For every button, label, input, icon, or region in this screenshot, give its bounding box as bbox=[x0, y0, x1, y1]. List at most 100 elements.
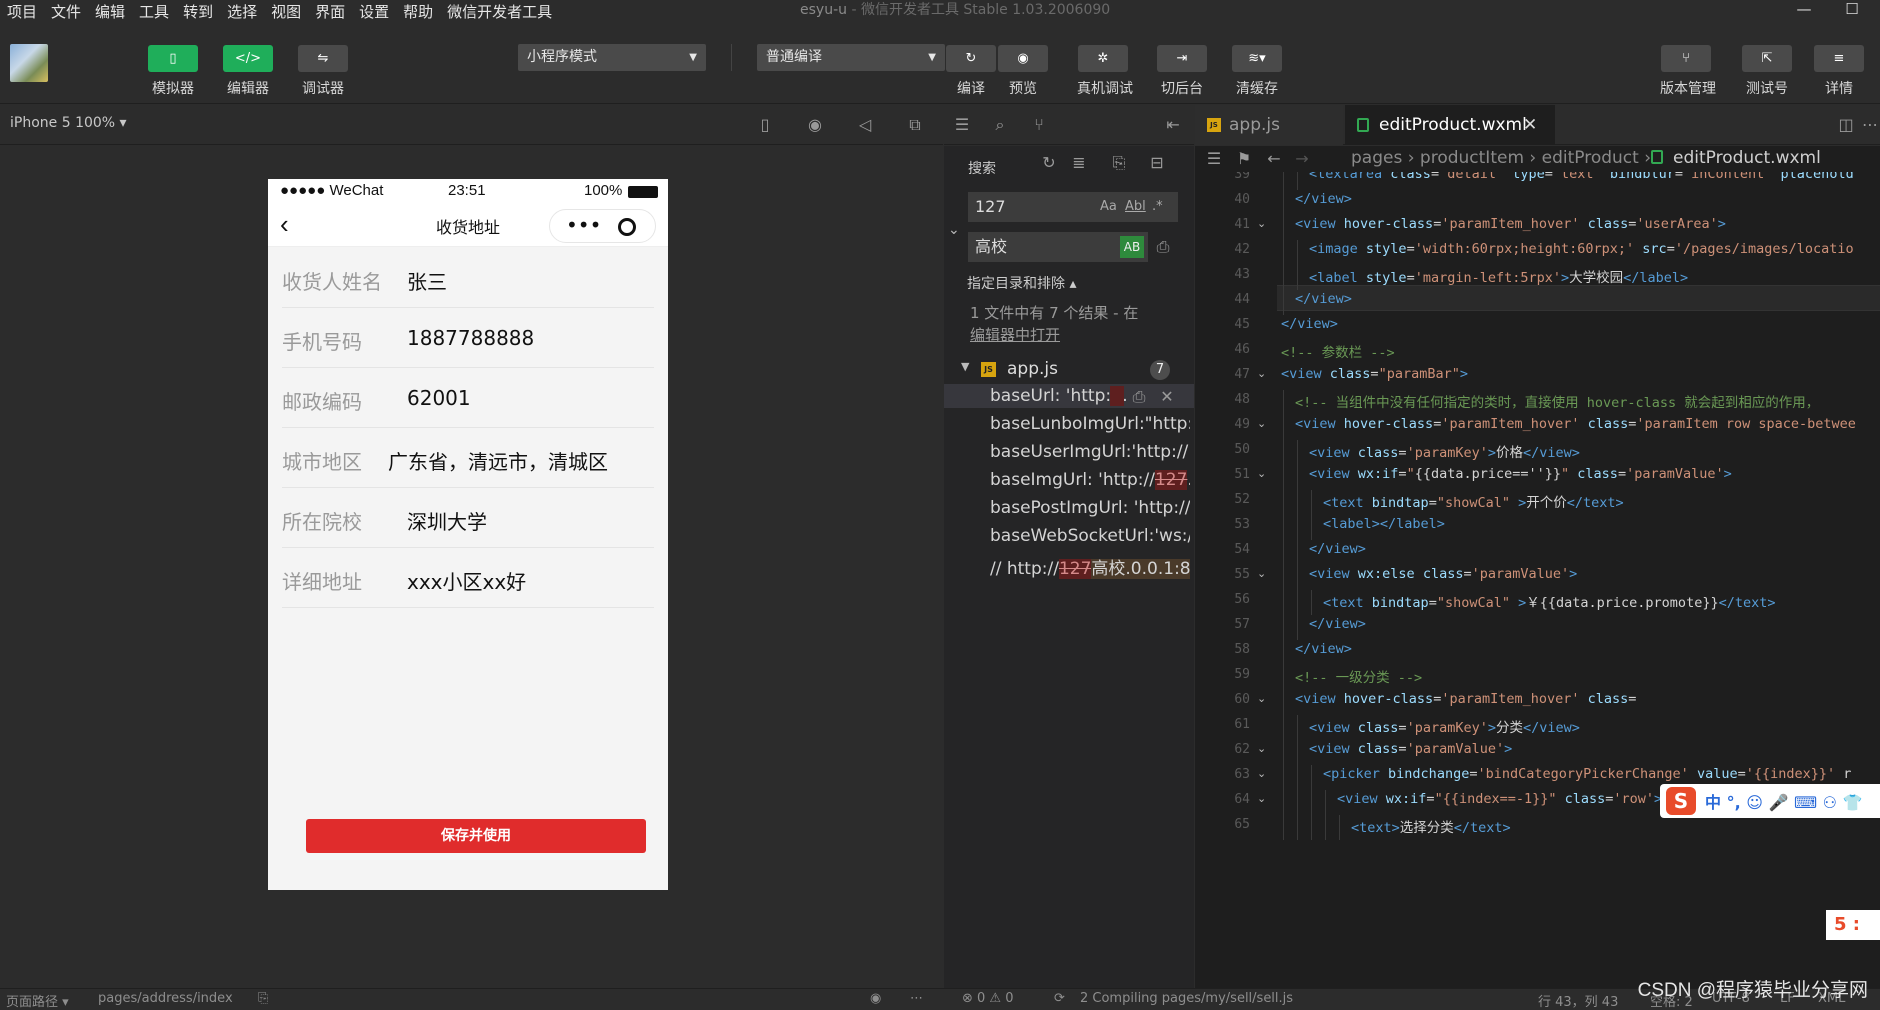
code-line[interactable]: <!-- 当组件中没有任何指定的类时，直接使用 hover-class 就会起到… bbox=[1295, 391, 1819, 411]
match-word-icon[interactable]: Abl bbox=[1125, 192, 1146, 222]
open-in-editor-link[interactable]: 编辑器中打开 bbox=[970, 324, 1060, 345]
ime-toolbar[interactable]: S 中 °, ☺ 🎤 ⌨ ⚇ 👕 bbox=[1660, 784, 1880, 818]
code-line[interactable]: </view> bbox=[1295, 291, 1352, 307]
code-line[interactable]: </view> bbox=[1295, 641, 1352, 657]
clear-results-icon[interactable]: ≣ bbox=[1068, 152, 1090, 174]
form-row-postcode[interactable]: 邮政编码 62001 bbox=[282, 368, 654, 428]
page-path-label[interactable]: 页面路径 ▾ bbox=[6, 991, 69, 1010]
new-search-editor-icon[interactable]: ⎘ bbox=[1108, 152, 1130, 174]
code-line[interactable]: </view> bbox=[1309, 541, 1366, 557]
search-result[interactable]: // http://127高校.0.0.1:8... bbox=[990, 554, 1190, 579]
search-result[interactable]: basePostImgUrl: 'http://... bbox=[990, 498, 1190, 518]
code-line[interactable]: <view wx:if="{{index==-1}}" class='row'> bbox=[1337, 791, 1662, 807]
fold-chevron-icon[interactable]: ⌄ bbox=[1257, 767, 1266, 780]
code-line[interactable]: <textarea class='detail' type='text' bin… bbox=[1309, 172, 1854, 182]
fold-chevron-icon[interactable]: ⌄ bbox=[1257, 742, 1266, 755]
code-editor[interactable]: 39 <textarea class='detail' type='text' b… bbox=[1195, 172, 1880, 988]
menu-edit[interactable]: 编辑 bbox=[88, 1, 132, 22]
region-picker[interactable]: 广东省，清远市，清城区 bbox=[388, 446, 608, 475]
source-control-icon[interactable]: ⑂ bbox=[1028, 114, 1050, 136]
menu-project[interactable]: 项目 bbox=[0, 1, 44, 22]
code-line[interactable]: </view> bbox=[1309, 616, 1366, 632]
fold-chevron-icon[interactable]: ⌄ bbox=[1257, 467, 1266, 480]
school-input[interactable]: 深圳大学 bbox=[407, 506, 487, 535]
preserve-case-icon[interactable]: AB bbox=[1120, 236, 1144, 258]
back-icon[interactable]: ← bbox=[1263, 148, 1285, 170]
collapse-all-icon[interactable]: ⊟ bbox=[1146, 152, 1168, 174]
form-row-school[interactable]: 所在院校 深圳大学 bbox=[282, 488, 654, 548]
regex-icon[interactable]: .* bbox=[1152, 192, 1163, 222]
collapse-panel-icon[interactable]: ⇤ bbox=[1162, 114, 1184, 136]
list-icon[interactable]: ☰ bbox=[1203, 148, 1225, 170]
cursor-position[interactable]: 行 43，列 43 bbox=[1538, 991, 1618, 1010]
details-button[interactable]: ≡ 详情 bbox=[1813, 45, 1865, 98]
forward-icon[interactable]: → bbox=[1291, 148, 1313, 170]
code-line[interactable]: <label style='margin-left:5rpx'>大学校园</la… bbox=[1309, 266, 1688, 286]
menu-wechat-devtools[interactable]: 微信开发者工具 bbox=[440, 1, 559, 22]
include-exclude-toggle[interactable]: 指定目录和排除 ▴ bbox=[967, 273, 1076, 293]
window-icon[interactable]: ⧉ bbox=[904, 114, 926, 136]
compile-button[interactable]: ↻ 编译 bbox=[945, 45, 997, 98]
search-result[interactable]: baseLunboImgUrl:"http:... bbox=[990, 414, 1190, 434]
menu-goto[interactable]: 转到 bbox=[176, 1, 220, 22]
postcode-input[interactable]: 62001 bbox=[407, 386, 471, 410]
code-line[interactable]: <view class="paramBar"> bbox=[1281, 366, 1468, 382]
minimize-icon[interactable]: — bbox=[1792, 0, 1816, 18]
form-row-name[interactable]: 收货人姓名 张三 bbox=[282, 248, 654, 308]
toggle-replace-icon[interactable]: ⌄ bbox=[948, 222, 960, 238]
bookmark-icon[interactable]: ⚑ bbox=[1233, 148, 1255, 170]
menu-help[interactable]: 帮助 bbox=[396, 1, 440, 22]
dismiss-icon[interactable]: ✕ bbox=[1156, 386, 1178, 408]
form-row-phone[interactable]: 手机号码 1887788888 bbox=[282, 308, 654, 368]
code-line[interactable]: <image style='width:60rpx;height:60rpx;'… bbox=[1309, 241, 1854, 257]
menu-tools[interactable]: 工具 bbox=[132, 1, 176, 22]
refresh-icon[interactable]: ↻ bbox=[1038, 152, 1060, 174]
volume-icon[interactable]: ◁ bbox=[854, 114, 876, 136]
tab-app-js[interactable]: JS app.js bbox=[1195, 105, 1343, 145]
code-line[interactable]: <text>选择分类</text> bbox=[1351, 816, 1511, 836]
code-line[interactable]: </view> bbox=[1295, 191, 1352, 207]
code-line[interactable]: <!-- 参数栏 --> bbox=[1281, 341, 1395, 361]
replace-match-icon[interactable]: ⎙ bbox=[1128, 386, 1150, 408]
form-row-address[interactable]: 详细地址 xxx小区xx好 bbox=[282, 548, 654, 608]
code-line[interactable]: <view wx:else class='paramValue'> bbox=[1309, 566, 1577, 582]
mode-select[interactable]: 小程序模式 ▼ bbox=[518, 44, 706, 71]
fold-chevron-icon[interactable]: ⌄ bbox=[1257, 217, 1266, 230]
phone-input[interactable]: 1887788888 bbox=[407, 326, 534, 350]
name-input[interactable]: 张三 bbox=[407, 266, 447, 295]
record-icon[interactable]: ◉ bbox=[804, 114, 826, 136]
split-editor-icon[interactable]: ◫ bbox=[1835, 114, 1857, 136]
replace-input[interactable]: 高校 AB bbox=[968, 232, 1148, 262]
fold-chevron-icon[interactable]: ⌄ bbox=[1257, 417, 1266, 430]
form-row-region[interactable]: 城市地区 广东省，清远市，清城区 bbox=[282, 428, 654, 488]
menu-view[interactable]: 视图 bbox=[264, 1, 308, 22]
code-line[interactable]: <label></label> bbox=[1323, 516, 1445, 532]
more-dots-icon[interactable]: ••• bbox=[566, 213, 601, 237]
compile-mode-select[interactable]: 普通编译 ▼ bbox=[757, 44, 945, 71]
search-result[interactable]: baseUserImgUrl:'http://... bbox=[990, 442, 1190, 462]
menu-settings[interactable]: 设置 bbox=[352, 1, 396, 22]
code-line[interactable]: <!-- 一级分类 --> bbox=[1295, 666, 1422, 686]
match-case-icon[interactable]: Aa bbox=[1100, 192, 1117, 222]
address-input[interactable]: xxx小区xx好 bbox=[407, 566, 526, 595]
breadcrumb-file[interactable]: editProduct.wxml bbox=[1673, 148, 1821, 168]
close-target-icon[interactable] bbox=[618, 218, 636, 236]
code-line[interactable]: <view hover-class='paramItem_hover' clas… bbox=[1295, 216, 1726, 232]
clear-cache-button[interactable]: ≋▾ 清缓存 bbox=[1231, 45, 1283, 98]
copy-icon[interactable]: ⎘ bbox=[258, 991, 268, 1006]
debugger-button[interactable]: ⇋ 调试器 bbox=[297, 45, 349, 98]
background-button[interactable]: ⇥ 切后台 bbox=[1156, 45, 1208, 98]
breadcrumb-path[interactable]: pages › productItem › editProduct › bbox=[1351, 148, 1651, 168]
code-line[interactable]: <view hover-class='paramItem_hover' clas… bbox=[1295, 691, 1636, 707]
fold-chevron-icon[interactable]: ⌄ bbox=[1257, 567, 1266, 580]
editor-button[interactable]: </> 编辑器 bbox=[222, 45, 274, 98]
more-icon[interactable]: ⋯ bbox=[910, 991, 923, 1006]
avatar[interactable] bbox=[10, 44, 48, 82]
problems-indicator[interactable]: ⊗ 0 ⚠ 0 bbox=[962, 991, 1014, 1006]
explorer-icon[interactable]: ☰ bbox=[951, 114, 973, 136]
simulator-button[interactable]: ▯ 模拟器 bbox=[147, 45, 199, 98]
preview-button[interactable]: ◉ 预览 bbox=[997, 45, 1049, 98]
ime-options[interactable]: 中 °, ☺ 🎤 ⌨ ⚇ 👕 bbox=[1705, 789, 1862, 813]
menu-select[interactable]: 选择 bbox=[220, 1, 264, 22]
code-line[interactable]: <text bindtap="showCal" >开个价</text> bbox=[1323, 491, 1624, 511]
